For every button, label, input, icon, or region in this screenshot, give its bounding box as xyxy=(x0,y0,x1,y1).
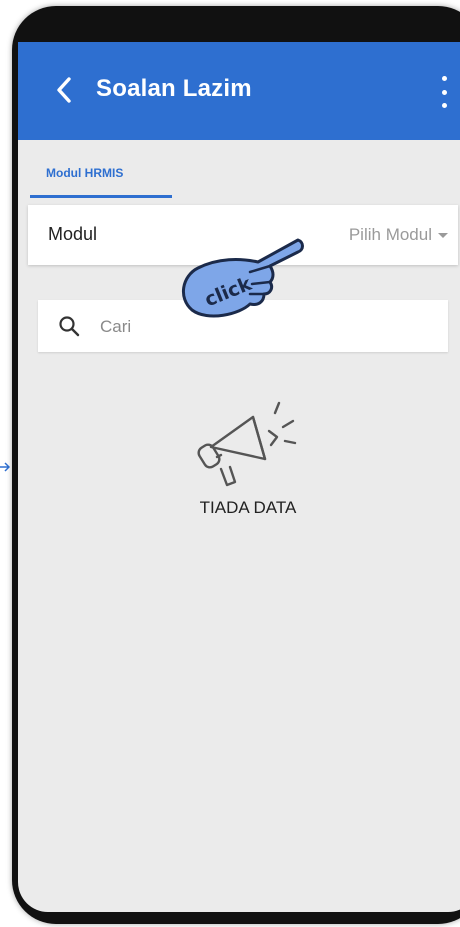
megaphone-icon xyxy=(197,401,297,487)
empty-state-text: TIADA DATA xyxy=(199,498,297,517)
app-screen: Soalan Lazim Modul HRMIS Modul Pilih Mod… xyxy=(18,42,460,912)
search-icon xyxy=(59,316,80,337)
modul-label: Modul xyxy=(48,224,98,244)
back-button[interactable] xyxy=(48,74,80,106)
caret-down-icon xyxy=(438,232,448,238)
side-arrow-icon xyxy=(0,462,10,472)
app-bar: Soalan Lazim xyxy=(18,42,460,140)
tab-label: Modul HRMIS xyxy=(46,166,124,180)
modul-dropdown[interactable]: Pilih Modul xyxy=(349,223,448,247)
more-vertical-icon xyxy=(441,76,447,81)
screenshot-stage: Soalan Lazim Modul HRMIS Modul Pilih Mod… xyxy=(0,0,460,927)
pointing-hand-icon: click xyxy=(182,238,304,318)
chevron-left-icon xyxy=(57,77,71,103)
tab-modul-hrmis[interactable]: Modul HRMIS xyxy=(30,156,172,198)
tab-active-indicator xyxy=(30,195,172,198)
empty-state: TIADA DATA xyxy=(18,397,460,537)
page-title: Soalan Lazim xyxy=(96,75,252,102)
more-options-button[interactable] xyxy=(436,76,452,108)
modul-dropdown-value: Pilih Modul xyxy=(348,225,432,244)
